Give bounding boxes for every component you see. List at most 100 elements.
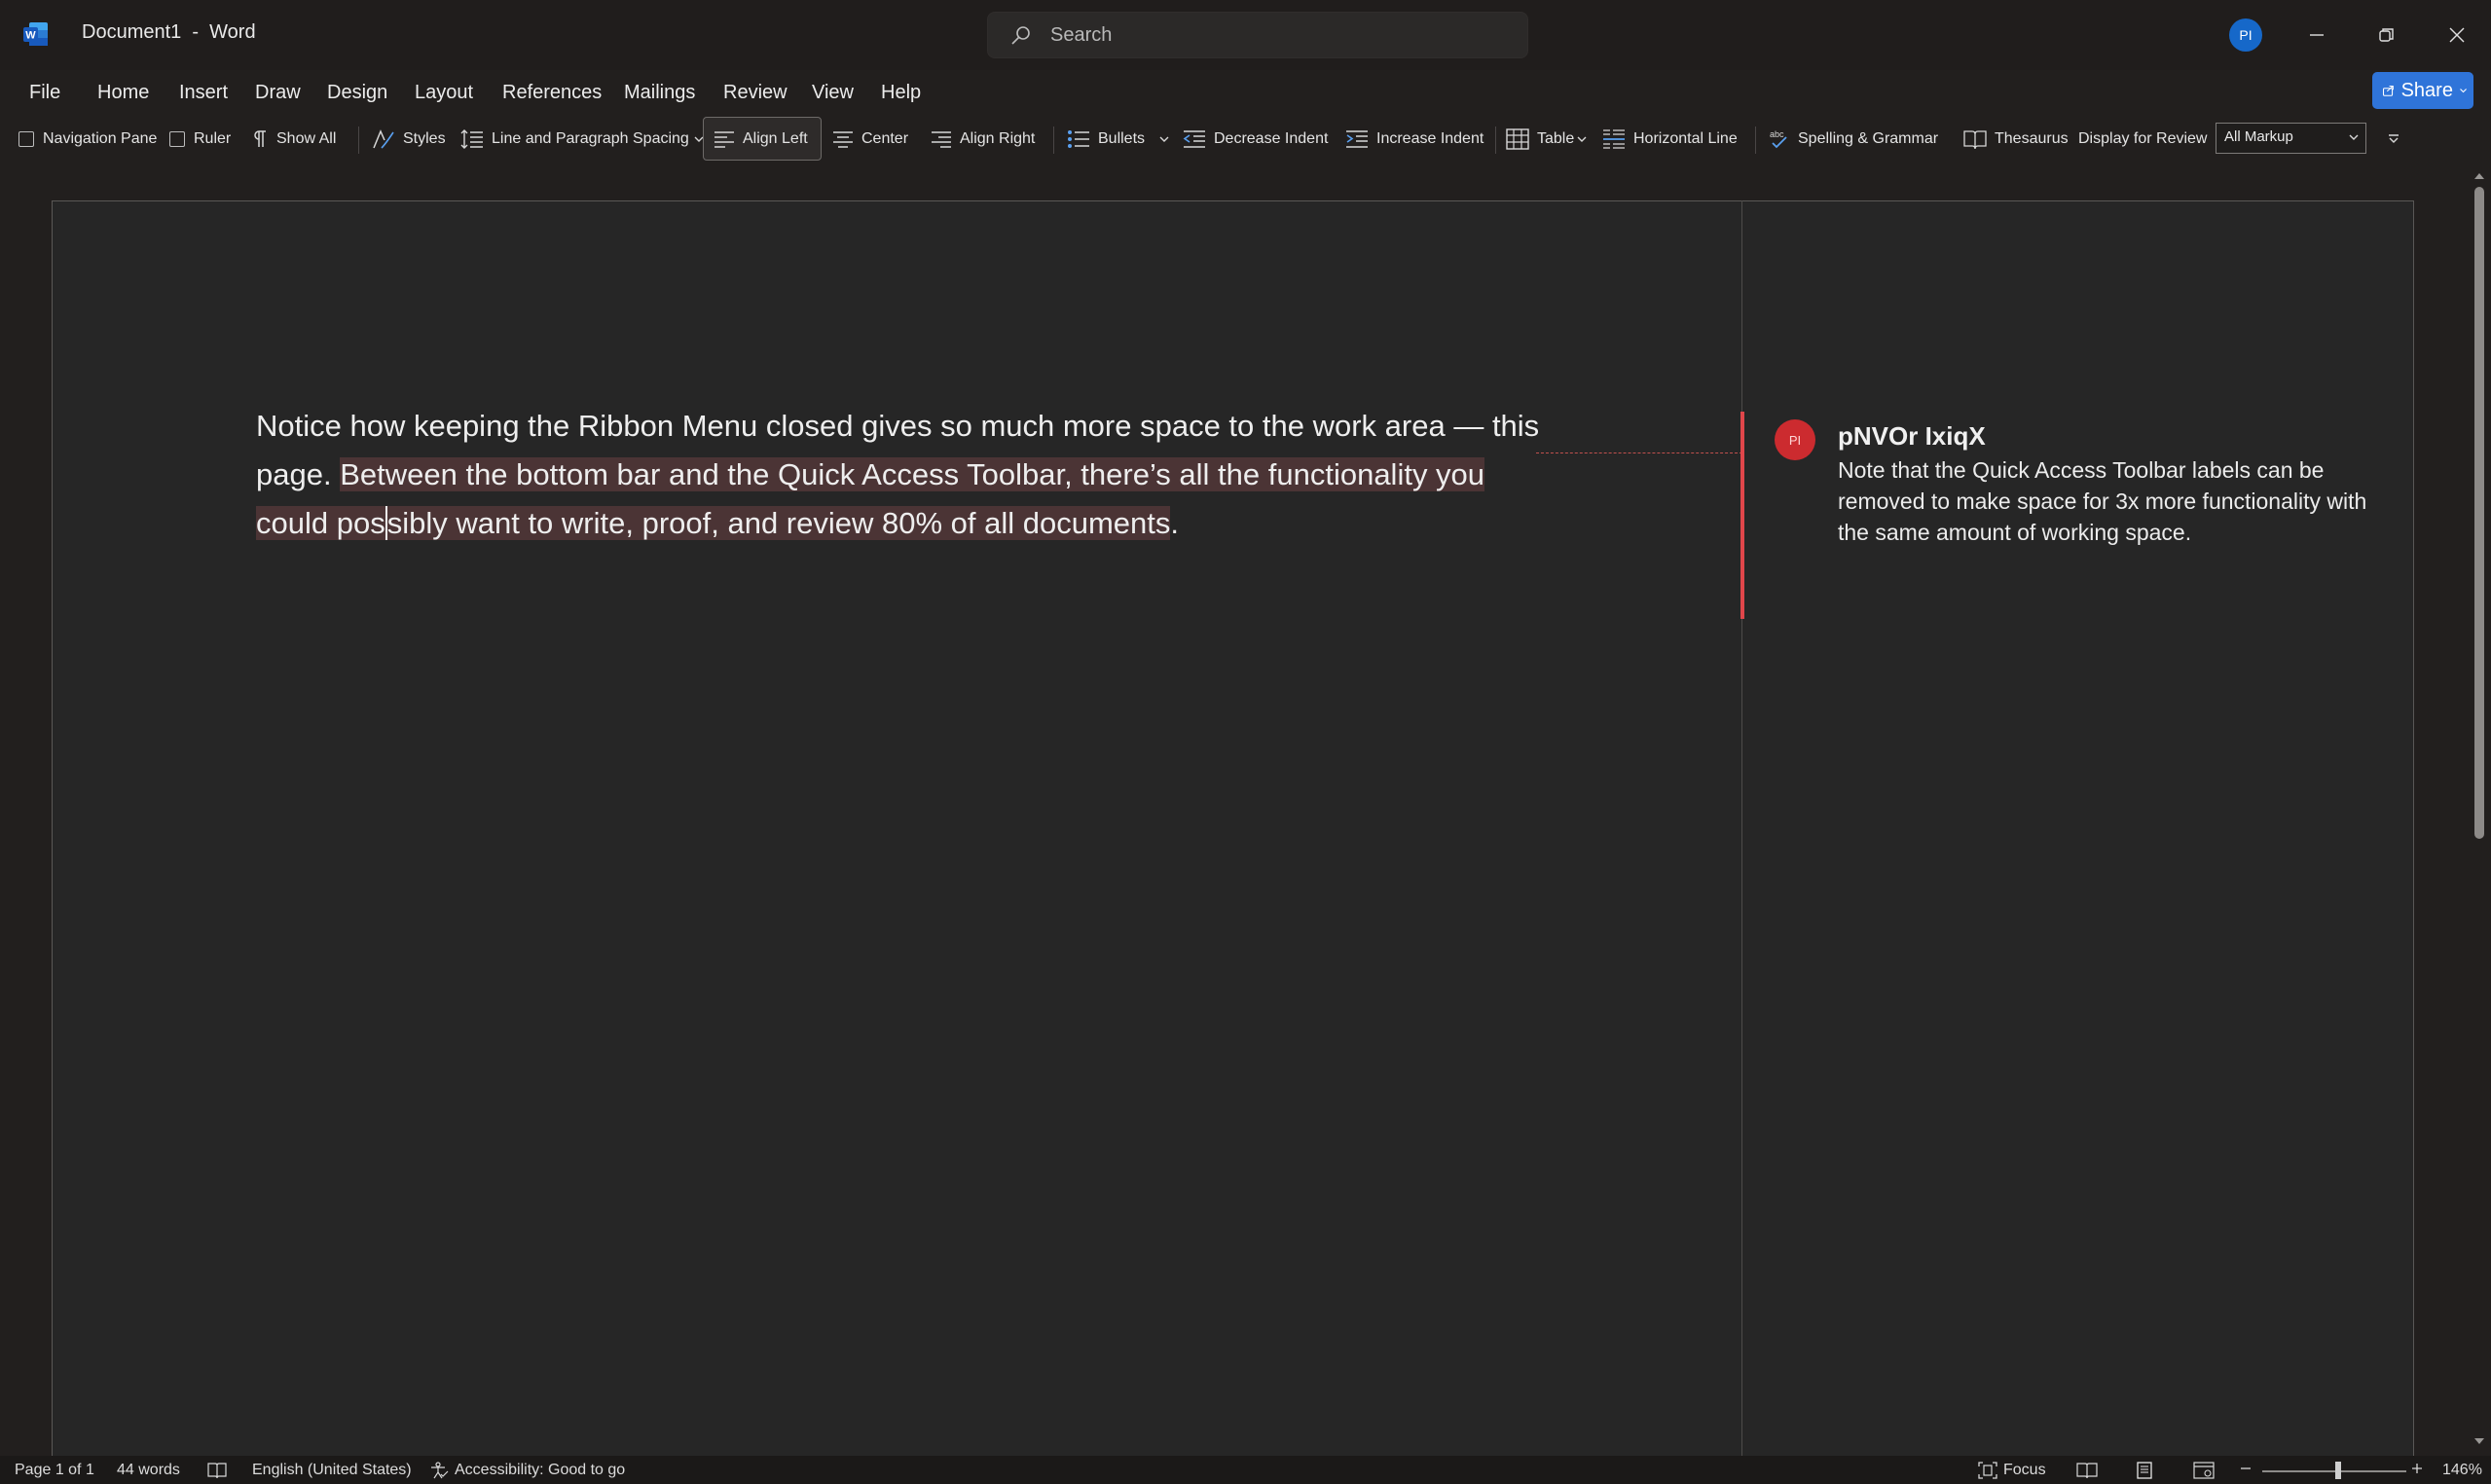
line-spacing-button[interactable]: Line and Paragraph Spacing	[460, 118, 713, 161]
zoom-level[interactable]: 146%	[2442, 1462, 2482, 1479]
comment-connector-line	[1536, 452, 1742, 453]
horizontal-line-label: Horizontal Line	[1633, 130, 1738, 147]
menu-home[interactable]: Home	[97, 82, 149, 104]
display-for-review-select[interactable]: All Markup	[2216, 123, 2366, 154]
ruler-label: Ruler	[194, 130, 232, 147]
increase-indent-label: Increase Indent	[1376, 130, 1484, 147]
align-left-label: Align Left	[743, 130, 808, 147]
menu-insert[interactable]: Insert	[179, 82, 228, 104]
commented-text-part2: sibly want to write, proof, and review 8…	[386, 506, 1171, 540]
svg-text:abc: abc	[1770, 129, 1784, 139]
close-button[interactable]	[2428, 12, 2486, 58]
horizontal-line-button[interactable]: Horizontal Line	[1602, 118, 1738, 161]
comment-body[interactable]: Note that the Quick Access Toolbar label…	[1838, 454, 2402, 548]
vertical-scrollbar[interactable]	[2468, 162, 2491, 1456]
scroll-up-arrow-icon[interactable]	[2473, 169, 2486, 183]
chevron-down-icon	[2349, 134, 2359, 140]
proofing-book-icon	[207, 1463, 227, 1479]
bullets-label: Bullets	[1098, 130, 1146, 147]
menu-design[interactable]: Design	[327, 82, 387, 104]
search-icon	[1011, 26, 1030, 45]
scrollbar-thumb[interactable]	[2474, 187, 2484, 839]
decrease-indent-button[interactable]: Decrease Indent	[1183, 118, 1328, 161]
user-avatar[interactable]: PI	[2229, 18, 2262, 52]
focus-button[interactable]: Focus	[1978, 1462, 2046, 1479]
ruler-toggle[interactable]: Ruler	[169, 118, 231, 161]
commented-text-highlight[interactable]: Between the bottom bar and the Quick Acc…	[256, 457, 1485, 540]
document-page[interactable]	[52, 200, 2414, 1466]
restore-button[interactable]	[2358, 12, 2416, 58]
menu-draw[interactable]: Draw	[255, 82, 301, 104]
styles-icon	[373, 129, 394, 149]
page-count[interactable]: Page 1 of 1	[15, 1462, 94, 1479]
styles-button[interactable]: Styles	[372, 118, 446, 161]
increase-indent-button[interactable]: Increase Indent	[1345, 118, 1484, 161]
zoom-out-button[interactable]	[2239, 1462, 2258, 1475]
table-button[interactable]: Table	[1506, 118, 1595, 161]
menu-mailings[interactable]: Mailings	[624, 82, 695, 104]
ruler-checkbox[interactable]	[169, 131, 185, 147]
bullets-icon	[1068, 130, 1089, 148]
align-right-button[interactable]: Align Right	[931, 118, 1035, 161]
word-logo-icon: W	[23, 22, 48, 46]
thesaurus-button[interactable]: Thesaurus	[1963, 118, 2069, 161]
menu-file[interactable]: File	[29, 82, 60, 104]
horizontal-line-icon	[1603, 129, 1625, 149]
spelling-grammar-label: Spelling & Grammar	[1798, 130, 1939, 147]
increase-indent-icon	[1346, 130, 1368, 148]
bullets-button[interactable]: Bullets	[1067, 118, 1178, 161]
focus-icon	[1978, 1462, 1997, 1479]
decrease-indent-label: Decrease Indent	[1214, 130, 1329, 147]
body-text-end: .	[1170, 506, 1180, 540]
align-right-label: Align Right	[960, 130, 1036, 147]
minimize-icon	[2310, 34, 2324, 36]
web-layout-button[interactable]	[2193, 1462, 2220, 1479]
minimize-button[interactable]	[2288, 12, 2346, 58]
document-body-text[interactable]: Notice how keeping the Ribbon Menu close…	[256, 402, 1551, 548]
spelling-grammar-button[interactable]: abc Spelling & Grammar	[1769, 118, 1938, 161]
table-icon	[1506, 128, 1529, 150]
scroll-down-arrow-icon[interactable]	[2473, 1434, 2486, 1448]
center-label: Center	[861, 130, 909, 147]
navigation-pane-toggle[interactable]: Navigation Pane	[18, 118, 157, 161]
window-title: Document1 - Word	[82, 21, 256, 43]
print-layout-icon	[2137, 1462, 2152, 1479]
word-count[interactable]: 44 words	[117, 1462, 180, 1479]
menu-layout[interactable]: Layout	[415, 82, 473, 104]
line-spacing-icon	[460, 129, 483, 149]
search-input[interactable]	[1048, 20, 1506, 50]
proofing-status[interactable]	[207, 1462, 233, 1479]
show-all-button[interactable]: Show All	[251, 118, 336, 161]
thesaurus-icon	[1963, 130, 1987, 150]
minus-icon	[2241, 1467, 2251, 1469]
comment-accent-bar	[1740, 412, 1744, 619]
navigation-pane-checkbox[interactable]	[18, 131, 34, 147]
comment-author-name: pNVOr IxiqX	[1838, 421, 1986, 451]
zoom-in-button[interactable]	[2410, 1462, 2430, 1475]
restore-icon	[2379, 28, 2394, 42]
close-icon	[2449, 27, 2465, 43]
menu-help[interactable]: Help	[881, 82, 921, 104]
menu-references[interactable]: References	[502, 82, 602, 104]
chevron-down-icon	[1159, 136, 1169, 142]
language-status[interactable]: English (United States)	[252, 1462, 412, 1479]
display-for-review-label: Display for Review	[2078, 130, 2208, 147]
menu-view[interactable]: View	[812, 82, 854, 104]
print-layout-button[interactable]	[2135, 1462, 2160, 1479]
share-button[interactable]: Share	[2372, 72, 2473, 109]
pilcrow-icon	[254, 130, 266, 147]
toolbar-divider	[1053, 127, 1054, 154]
read-mode-button[interactable]	[2076, 1462, 2104, 1479]
zoom-slider-track[interactable]	[2262, 1470, 2406, 1472]
svg-text:W: W	[25, 30, 36, 42]
center-button[interactable]: Center	[832, 118, 908, 161]
chevron-down-icon	[2460, 89, 2467, 93]
zoom-slider-thumb[interactable]	[2335, 1462, 2341, 1479]
align-left-button[interactable]: Align Left	[714, 118, 808, 161]
customize-toolbar-button[interactable]	[2387, 118, 2408, 161]
spelling-check-icon: abc	[1770, 129, 1787, 149]
align-center-icon	[833, 131, 853, 148]
accessibility-status[interactable]: Accessibility: Good to go	[429, 1462, 625, 1479]
menu-review[interactable]: Review	[723, 82, 788, 104]
search-box[interactable]	[987, 12, 1528, 58]
